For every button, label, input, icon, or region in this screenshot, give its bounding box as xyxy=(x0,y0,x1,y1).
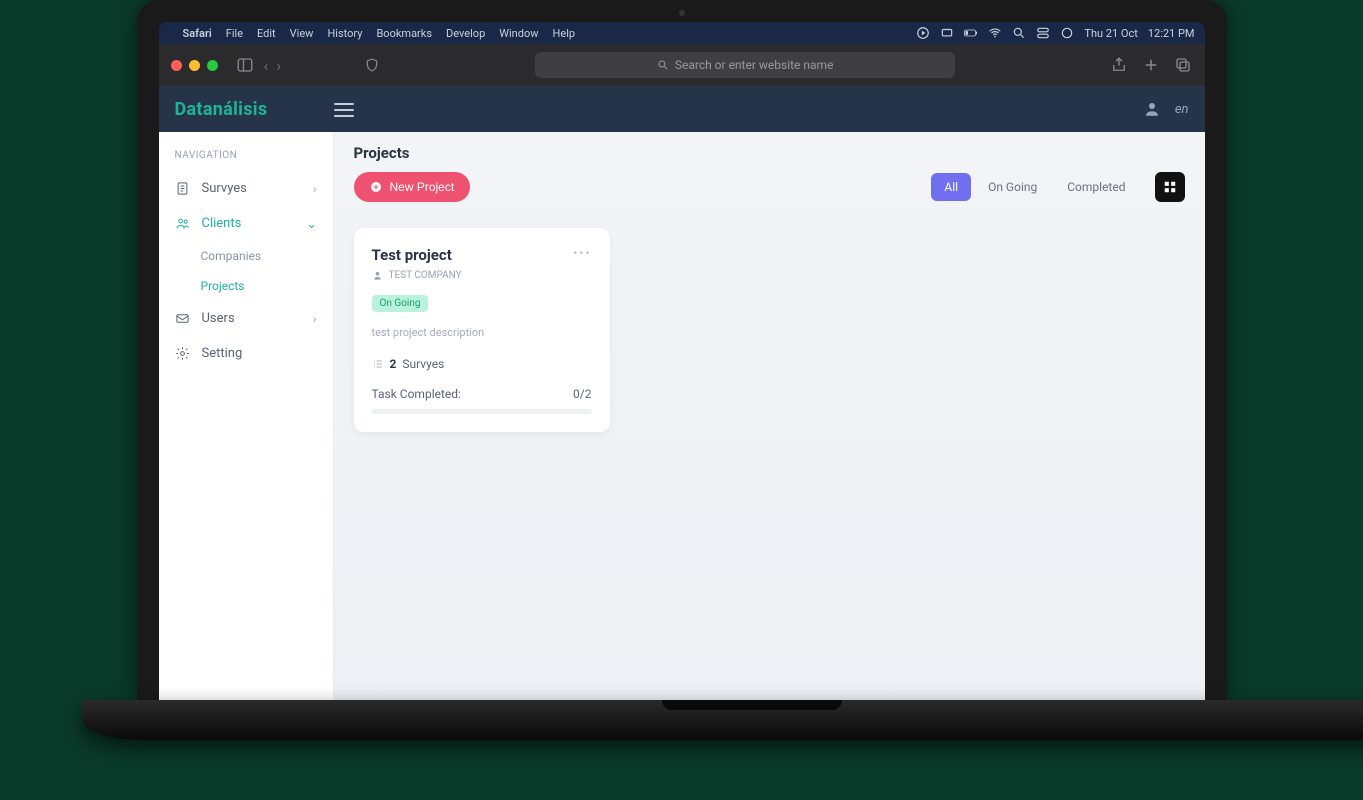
brand-logo[interactable]: Datanálisis xyxy=(175,99,320,120)
menubar-item-window[interactable]: Window xyxy=(499,27,538,40)
sidebar-item-users[interactable]: Users › xyxy=(159,301,333,336)
sidebar-item-clients[interactable]: Clients ⌄ xyxy=(159,206,333,241)
play-status-icon[interactable] xyxy=(916,26,930,40)
menubar-item-bookmarks[interactable]: Bookmarks xyxy=(376,27,432,40)
main-content: Projects New Project All On Going Comple… xyxy=(334,132,1205,700)
sidebar-hamburger-icon[interactable] xyxy=(334,99,354,119)
app-header: Datanálisis en xyxy=(159,86,1205,132)
sidebar-toggle-icon[interactable] xyxy=(236,56,254,74)
gear-icon xyxy=(175,346,190,361)
nav-forward-icon[interactable]: › xyxy=(276,56,281,75)
chevron-down-icon: ⌄ xyxy=(306,217,316,231)
project-description: test project description xyxy=(372,326,592,339)
window-minimize-button[interactable] xyxy=(189,60,200,71)
tab-ongoing[interactable]: On Going xyxy=(975,173,1050,201)
list-icon xyxy=(372,358,384,370)
menubar-time[interactable]: 12:21 PM xyxy=(1148,27,1195,40)
status-badge: On Going xyxy=(372,295,429,312)
menubar-item-develop[interactable]: Develop xyxy=(446,27,485,40)
survey-count: 2 xyxy=(390,357,397,371)
wifi-status-icon[interactable] xyxy=(988,26,1002,40)
macos-menubar: Safari File Edit View History Bookmarks … xyxy=(159,22,1205,44)
task-completed-label: Task Completed: xyxy=(372,387,461,401)
nav-back-icon[interactable]: ‹ xyxy=(264,56,269,75)
window-maximize-button[interactable] xyxy=(207,60,218,71)
tab-completed[interactable]: Completed xyxy=(1054,173,1138,201)
sidebar-subitem-projects[interactable]: Projects xyxy=(159,271,333,301)
display-status-icon[interactable] xyxy=(940,26,954,40)
survey-label: Survyes xyxy=(402,357,444,371)
privacy-shield-icon[interactable] xyxy=(364,57,380,73)
sidebar-item-setting[interactable]: Setting xyxy=(159,336,333,371)
filter-tabs: All On Going Completed xyxy=(931,172,1184,202)
document-icon xyxy=(175,181,190,196)
menubar-item-file[interactable]: File xyxy=(226,27,243,40)
sidebar-item-surveys[interactable]: Survyes › xyxy=(159,171,333,206)
control-center-icon[interactable] xyxy=(1036,26,1050,40)
mail-icon xyxy=(175,311,190,326)
page-title: Projects xyxy=(354,144,1185,162)
language-selector[interactable]: en xyxy=(1175,102,1189,117)
search-icon xyxy=(657,59,669,71)
menubar-item-view[interactable]: View xyxy=(290,27,314,40)
task-completed-value: 0/2 xyxy=(573,387,591,401)
grid-view-button[interactable] xyxy=(1155,172,1185,202)
battery-status-icon[interactable] xyxy=(964,26,978,40)
project-company: TEST COMPANY xyxy=(389,270,462,281)
project-card[interactable]: Test project ••• TEST COMPANY On Going t… xyxy=(354,228,610,432)
sidebar-item-label: Clients xyxy=(202,216,242,231)
menubar-date[interactable]: Thu 21 Oct xyxy=(1084,27,1137,40)
address-bar-placeholder: Search or enter website name xyxy=(675,58,834,72)
menubar-item-history[interactable]: History xyxy=(327,27,362,40)
window-close-button[interactable] xyxy=(171,60,182,71)
nav-section-heading: NAVIGATION xyxy=(159,144,333,171)
siri-icon[interactable] xyxy=(1060,26,1074,40)
new-project-label: New Project xyxy=(390,180,455,194)
user-profile-icon[interactable] xyxy=(1143,100,1161,118)
chevron-right-icon: › xyxy=(313,312,317,326)
app-root: Datanálisis en NAVIGATION Survyes xyxy=(159,86,1205,700)
new-tab-icon[interactable] xyxy=(1142,56,1160,74)
safari-toolbar: ‹ › Search or enter website name xyxy=(159,44,1205,86)
tabs-overview-icon[interactable] xyxy=(1174,56,1192,74)
sidebar-item-label: Users xyxy=(202,311,235,326)
chevron-right-icon: › xyxy=(313,182,317,196)
users-icon xyxy=(175,216,190,231)
grid-icon xyxy=(1163,180,1177,194)
tab-all[interactable]: All xyxy=(931,173,971,201)
sidebar-subitem-companies[interactable]: Companies xyxy=(159,241,333,271)
company-badge-icon xyxy=(372,270,383,281)
plus-circle-icon xyxy=(370,181,382,193)
menubar-item-help[interactable]: Help xyxy=(553,27,576,40)
project-title: Test project xyxy=(372,246,452,264)
card-menu-icon[interactable]: ••• xyxy=(573,246,591,260)
menubar-app-name[interactable]: Safari xyxy=(183,27,212,40)
share-icon[interactable] xyxy=(1110,56,1128,74)
address-bar[interactable]: Search or enter website name xyxy=(535,52,955,78)
progress-bar xyxy=(372,409,592,414)
sidebar-item-label: Survyes xyxy=(202,181,247,196)
sidebar-nav: NAVIGATION Survyes › Clients ⌄ Companies xyxy=(159,132,334,700)
sidebar-item-label: Setting xyxy=(202,346,243,361)
webcam-notch xyxy=(679,10,685,16)
menubar-item-edit[interactable]: Edit xyxy=(257,27,276,40)
new-project-button[interactable]: New Project xyxy=(354,172,471,202)
search-status-icon[interactable] xyxy=(1012,26,1026,40)
